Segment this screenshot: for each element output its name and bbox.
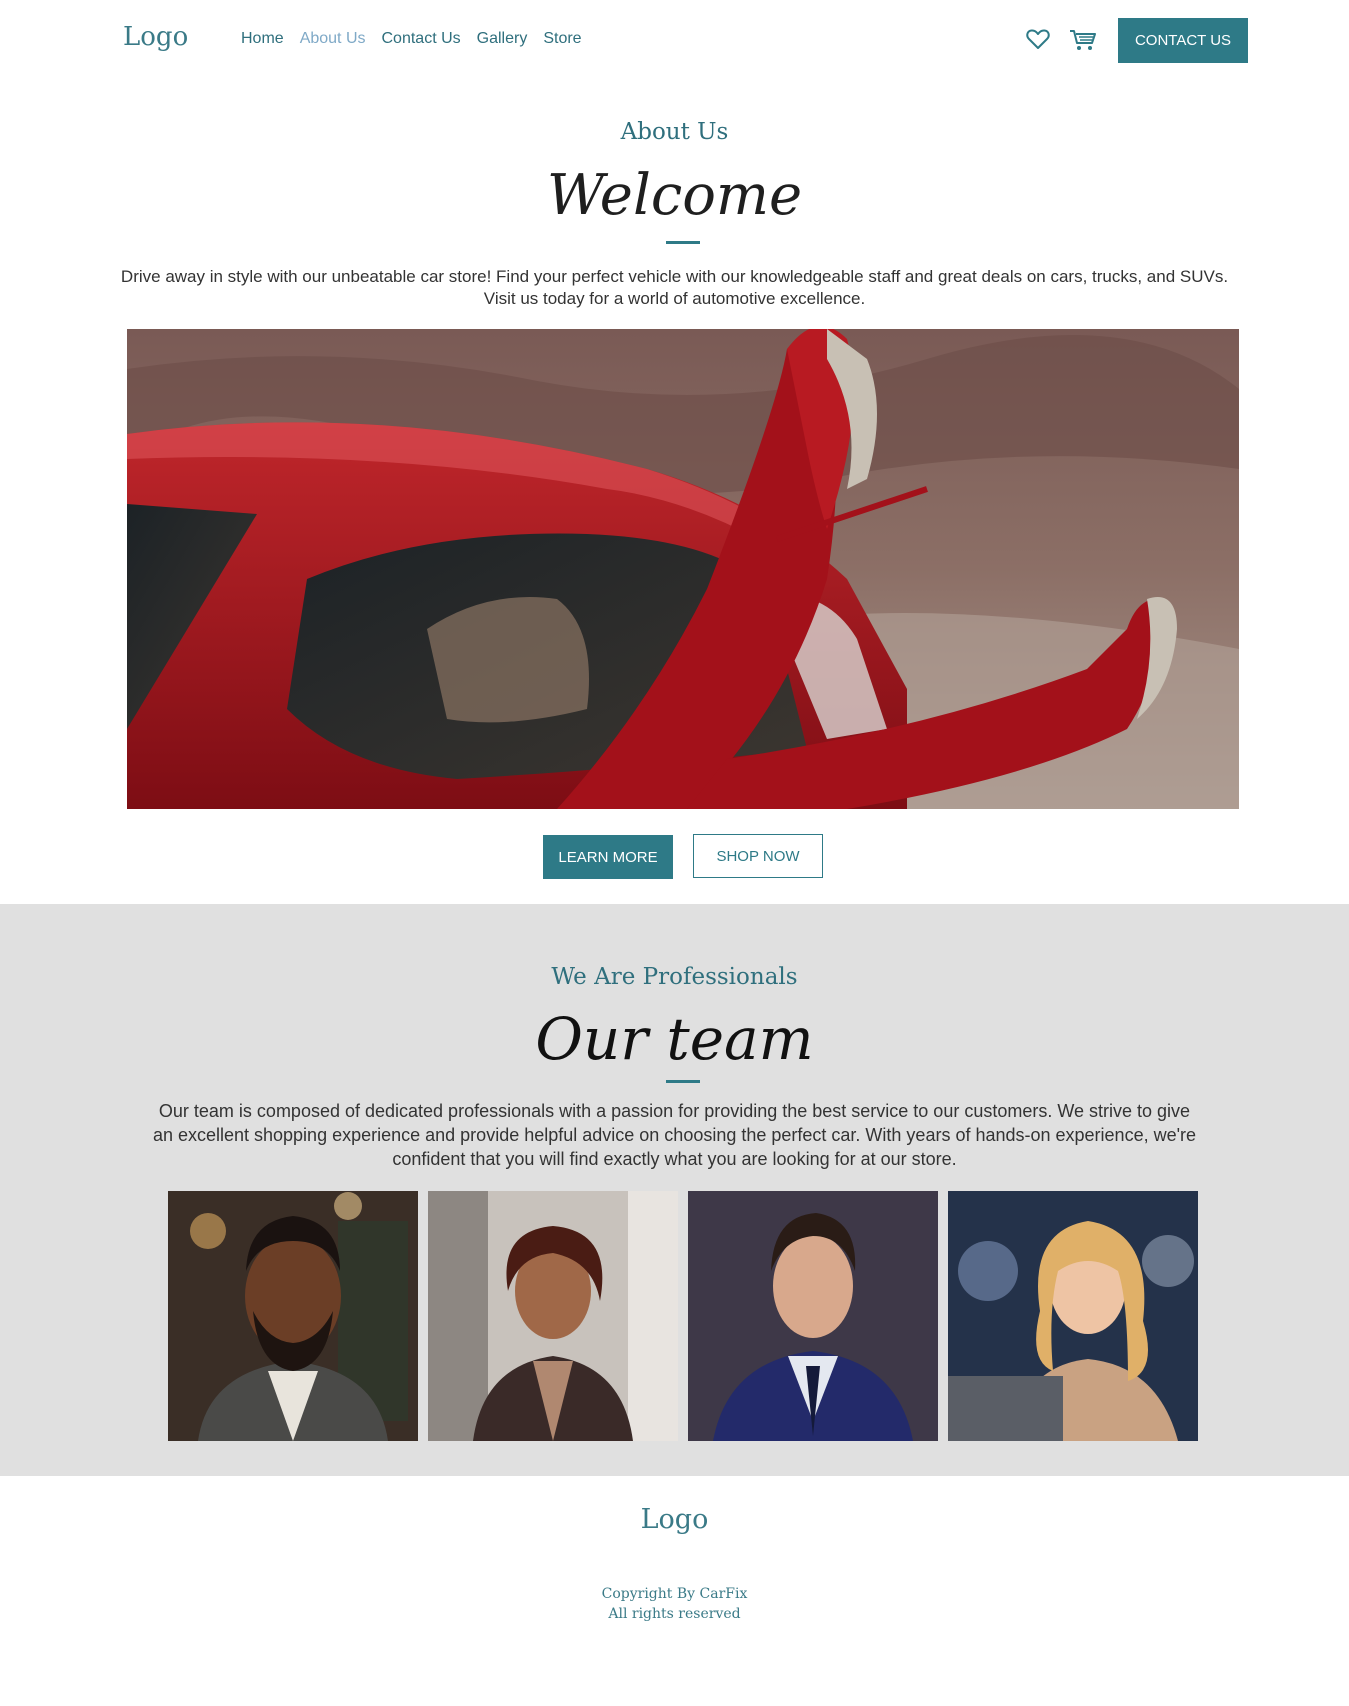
welcome-description-line: Visit us today for a world of automotive…: [483, 289, 866, 308]
site-header: Logo Home About Us Contact Us Gallery St…: [0, 0, 1349, 84]
welcome-title: Welcome: [546, 163, 803, 228]
team-description-line: confident that you will find exactly wha…: [392, 1149, 957, 1169]
footer-copyright: Copyright By CarFix: [601, 1586, 748, 1602]
heart-icon[interactable]: [1026, 28, 1050, 50]
nav-gallery[interactable]: Gallery: [477, 30, 528, 48]
team-description-line: an excellent shopping experience and pro…: [152, 1125, 1197, 1145]
nav-store[interactable]: Store: [543, 30, 581, 48]
team-member-photo: [948, 1191, 1198, 1441]
hero-image: [127, 329, 1239, 809]
team-member-photo: [688, 1191, 938, 1441]
contact-us-button[interactable]: CONTACT US: [1118, 18, 1248, 63]
team-description-line: Our team is composed of dedicated profes…: [158, 1101, 1191, 1121]
main-nav: Home About Us Contact Us Gallery Store: [241, 30, 582, 48]
nav-home[interactable]: Home: [241, 30, 284, 48]
team-kicker: We Are Professionals: [551, 964, 798, 990]
welcome-description-line: Drive away in style with our unbeatable …: [120, 267, 1229, 286]
team-description: Our team is composed of dedicated profes…: [126, 1099, 1223, 1171]
team-divider: [666, 1080, 700, 1083]
nav-about-us[interactable]: About Us: [300, 30, 366, 48]
team-title: Our team: [535, 1005, 814, 1073]
team-member-photo: [168, 1191, 418, 1441]
nav-contact-us[interactable]: Contact Us: [382, 30, 461, 48]
header-logo[interactable]: Logo: [123, 22, 188, 52]
welcome-divider: [666, 241, 700, 244]
about-kicker: About Us: [620, 119, 729, 145]
welcome-description: Drive away in style with our unbeatable …: [117, 266, 1232, 310]
footer-logo[interactable]: Logo: [0, 1504, 1349, 1535]
cart-icon[interactable]: [1069, 28, 1097, 52]
footer-rights: All rights reserved: [608, 1606, 741, 1622]
learn-more-button[interactable]: LEARN MORE: [543, 835, 673, 879]
team-member-photo: [428, 1191, 678, 1441]
shop-now-button[interactable]: SHOP NOW: [693, 834, 823, 878]
